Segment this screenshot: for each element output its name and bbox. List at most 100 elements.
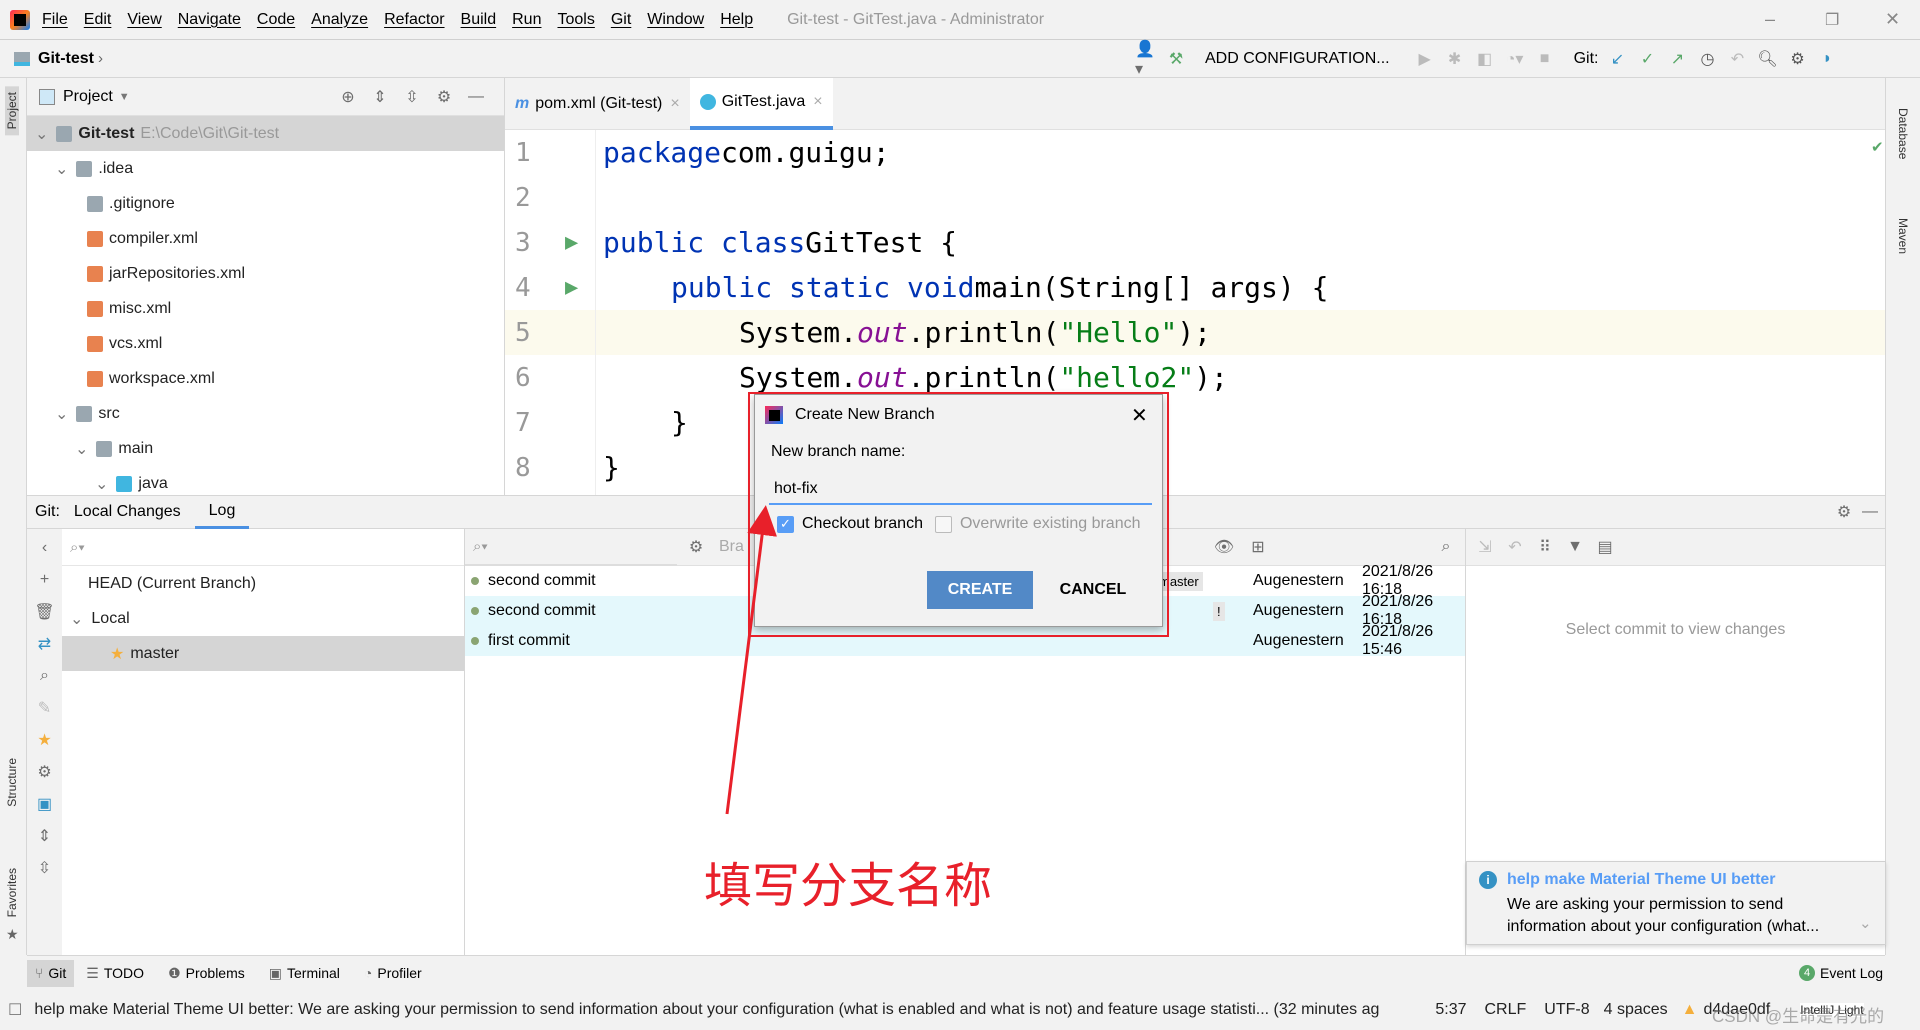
menu-file[interactable]: File [42, 11, 68, 29]
tab-gittest-java[interactable]: GitTest.java × [689, 77, 833, 130]
structure-tool-button[interactable]: Structure [5, 758, 19, 807]
run-icon[interactable]: ▶ [1414, 48, 1436, 70]
close-icon[interactable]: × [670, 95, 679, 113]
menu-tools[interactable]: Tools [557, 11, 594, 29]
branch-search-input[interactable]: ⌕▾ [62, 529, 464, 566]
tree-item[interactable]: workspace.xml [27, 361, 504, 396]
build-hammer-icon[interactable]: ⚒ [1165, 48, 1187, 70]
branch-filter[interactable]: Bra [719, 538, 744, 556]
tree-item[interactable]: vcs.xml [27, 326, 504, 361]
branch-group-local[interactable]: ⌄ Local [62, 601, 464, 636]
expand-all-icon[interactable]: ⇕ [34, 825, 56, 847]
gear-icon[interactable]: ⚙ [685, 536, 707, 558]
run-gutter-icon[interactable]: ▶ [565, 275, 603, 300]
close-window-button[interactable]: ✕ [1885, 9, 1900, 30]
menu-view[interactable]: View [127, 11, 161, 29]
expand-chevron-icon[interactable]: ⌄ [1859, 914, 1872, 932]
git-commit-icon[interactable]: ✓ [1636, 48, 1658, 70]
terminal-tool-button[interactable]: ▣ Terminal [257, 965, 352, 982]
revert-icon[interactable]: ↶ [1504, 536, 1526, 558]
status-message[interactable]: help make Material Theme UI better: We a… [34, 1001, 1409, 1019]
edit-icon[interactable]: ✎ [34, 697, 56, 719]
notification-popup[interactable]: i help make Material Theme UI better We a… [1466, 861, 1886, 945]
gear-icon[interactable]: ⚙ [433, 86, 455, 108]
add-configuration-button[interactable]: ADD CONFIGURATION... [1205, 50, 1390, 68]
menu-run[interactable]: Run [512, 11, 541, 29]
run-gutter-icon[interactable]: ▶ [565, 230, 603, 255]
profile-icon[interactable]: ◔▾ [1504, 48, 1526, 70]
debug-icon[interactable]: ✱ [1444, 48, 1466, 70]
tree-item[interactable]: jarRepositories.xml [27, 256, 504, 291]
layout-icon[interactable]: ▤ [1594, 536, 1616, 558]
tree-root[interactable]: ⌄ Git-test E:\Code\Git\Git-test [27, 116, 504, 151]
tree-item[interactable]: .gitignore [27, 186, 504, 221]
indent-setting[interactable]: 4 spaces [1604, 1001, 1668, 1019]
add-icon[interactable]: + [34, 569, 56, 591]
tree-item[interactable]: misc.xml [27, 291, 504, 326]
gear-icon[interactable]: ⚙ [34, 761, 56, 783]
menu-navigate[interactable]: Navigate [178, 11, 241, 29]
coverage-icon[interactable]: ◧ [1474, 48, 1496, 70]
filter-icon[interactable]: ▼ [1564, 536, 1586, 558]
todo-tool-button[interactable]: ☰ TODO [74, 965, 156, 982]
close-icon[interactable]: × [813, 93, 822, 111]
git-tool-button[interactable]: ⑂ Git [27, 959, 75, 987]
caret-position[interactable]: 5:37 [1435, 1001, 1466, 1019]
profiler-tool-button[interactable]: ◔ Profiler [352, 965, 434, 981]
database-tool-button[interactable]: Database [1896, 108, 1910, 159]
search-icon[interactable]: ⌕ [34, 665, 56, 687]
tab-local-changes[interactable]: Local Changes [60, 496, 195, 529]
file-encoding[interactable]: UTF-8 [1544, 1001, 1589, 1019]
collapse-all-icon[interactable]: ⇳ [34, 857, 56, 879]
delete-icon[interactable]: 🗑︎ [34, 601, 56, 623]
restore-button[interactable]: ❐ [1825, 10, 1839, 30]
favorite-star-icon[interactable]: ★ [34, 729, 56, 751]
menu-git[interactable]: Git [611, 11, 631, 29]
problems-tool-button[interactable]: ❶ Problems [156, 965, 257, 982]
group-by-icon[interactable]: ⠿ [1534, 536, 1556, 558]
gear-icon[interactable]: ⚙ [1786, 48, 1808, 70]
favorites-tool-button[interactable]: Favorites [5, 868, 19, 917]
eye-icon[interactable]: 👁︎ [1213, 536, 1235, 558]
group-folder-icon[interactable]: ▣ [34, 793, 56, 815]
user-icon[interactable]: 👤▾ [1135, 41, 1157, 78]
merge-icon[interactable]: ⇄ [34, 633, 56, 655]
commit-search-input[interactable]: ⌕▾ [465, 529, 677, 566]
hide-icon[interactable]: — [1859, 501, 1881, 523]
menu-analyze[interactable]: Analyze [311, 11, 368, 29]
project-view-dropdown[interactable]: Project [63, 88, 113, 106]
branch-master[interactable]: ★ master [62, 636, 464, 671]
tree-item[interactable]: ⌄ main [27, 431, 504, 466]
history-icon[interactable]: ◷ [1696, 48, 1718, 70]
search-icon[interactable]: 🔍︎ [1756, 48, 1778, 70]
tree-item[interactable]: compiler.xml [27, 221, 504, 256]
rollback-icon[interactable]: ↶ [1726, 48, 1748, 70]
maven-tool-button[interactable]: Maven [1896, 218, 1910, 254]
search-icon[interactable]: ⌕ [1435, 536, 1457, 558]
git-update-icon[interactable]: ↙ [1606, 48, 1628, 70]
branch-head[interactable]: HEAD (Current Branch) [62, 566, 464, 601]
menu-refactor[interactable]: Refactor [384, 11, 444, 29]
tree-item[interactable]: ⌄ .idea [27, 151, 504, 186]
notification-title[interactable]: help make Material Theme UI better [1507, 871, 1776, 889]
stop-icon[interactable]: ■ [1534, 48, 1556, 70]
project-tool-button[interactable]: Project [5, 86, 19, 136]
line-separator[interactable]: CRLF [1484, 1001, 1526, 1019]
menu-window[interactable]: Window [647, 11, 704, 29]
expand-all-icon[interactable]: ⇕ [369, 86, 391, 108]
menu-edit[interactable]: Edit [84, 11, 112, 29]
new-tab-icon[interactable]: ⊞ [1247, 536, 1269, 558]
git-push-icon[interactable]: ↗ [1666, 48, 1688, 70]
chevron-left-icon[interactable]: ‹ [34, 537, 56, 559]
cherry-pick-icon[interactable]: ⇲ [1474, 536, 1496, 558]
menu-help[interactable]: Help [720, 11, 753, 29]
gear-icon[interactable]: ⚙ [1833, 501, 1855, 523]
menu-build[interactable]: Build [461, 11, 497, 29]
menu-code[interactable]: Code [257, 11, 295, 29]
minimize-button[interactable]: – [1765, 9, 1775, 30]
tab-log[interactable]: Log [194, 496, 250, 529]
tree-item[interactable]: ⌄ src [27, 396, 504, 431]
plugin-logo-icon[interactable]: ◗ [1816, 48, 1838, 70]
collapse-all-icon[interactable]: ⇳ [401, 86, 423, 108]
hide-icon[interactable]: — [465, 86, 487, 108]
